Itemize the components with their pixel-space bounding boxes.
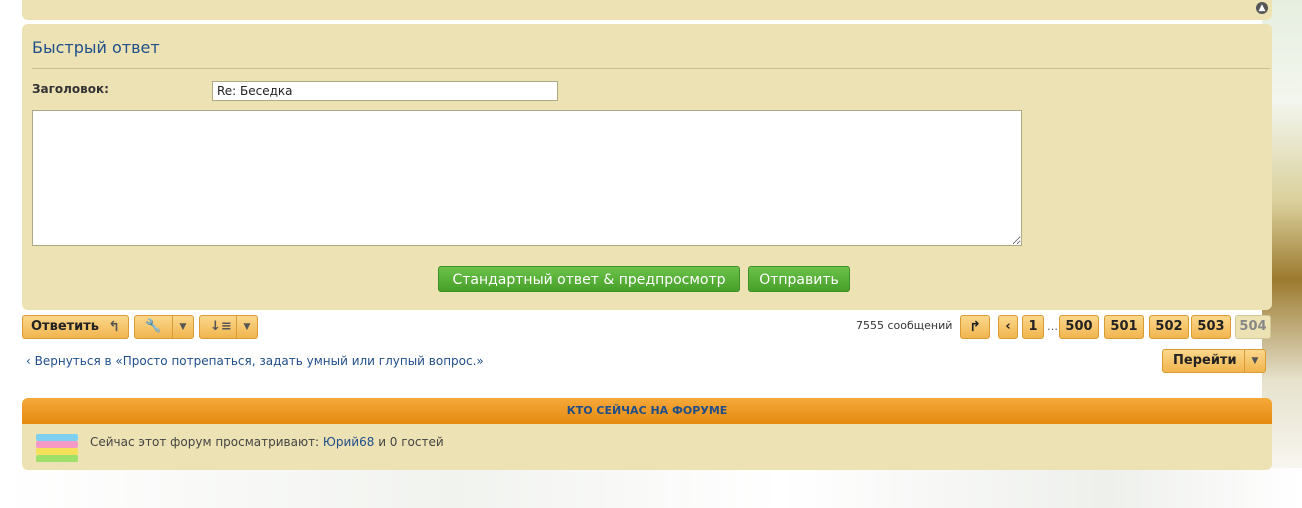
online-prefix: Сейчас этот форум просматривают: xyxy=(90,435,323,449)
posts-count: 7555 сообщений xyxy=(856,319,953,332)
chevron-left-icon: ‹ xyxy=(26,354,35,368)
current-page: 504 xyxy=(1235,315,1271,339)
page-link-1[interactable]: 1 xyxy=(1022,315,1044,339)
send-button[interactable]: Отправить xyxy=(748,266,850,292)
chevron-down-icon: ▼ xyxy=(172,316,193,338)
book-stack-icon xyxy=(36,434,80,462)
jump-menu-button[interactable]: Перейти ▼ xyxy=(1162,349,1266,373)
jump-button-label: Перейти xyxy=(1173,353,1237,368)
page-ellipsis: … xyxy=(1047,320,1058,333)
subject-input[interactable] xyxy=(212,81,558,101)
reply-button-label: Ответить xyxy=(31,319,100,334)
divider xyxy=(32,68,1270,69)
chevron-up-icon[interactable]: ▲ xyxy=(1256,2,1268,14)
tools-dropdown[interactable]: 🔧 ▼ xyxy=(134,315,194,339)
chevron-down-icon: ▼ xyxy=(1244,350,1265,372)
chevron-left-icon[interactable]: ‹ xyxy=(998,315,1018,339)
back-link-text: Вернуться в «Просто потрепаться, задать … xyxy=(34,354,484,368)
message-textarea[interactable] xyxy=(32,110,1022,246)
back-to-forum-link[interactable]: ‹ Вернуться в «Просто потрепаться, задат… xyxy=(26,354,484,368)
online-users-text: Сейчас этот форум просматривают: Юрий68 … xyxy=(90,435,444,449)
reply-arrow-icon: ↰ xyxy=(108,319,120,335)
preview-button[interactable]: Стандартный ответ & предпросмотр xyxy=(438,266,740,292)
page-link-500[interactable]: 500 xyxy=(1059,315,1099,339)
jump-to-page-icon[interactable]: ↱ xyxy=(960,315,990,339)
who-is-online-panel: КТО СЕЙЧАС НА ФОРУМЕ Сейчас этот форум п… xyxy=(22,398,1272,470)
background-decoration-bottom xyxy=(0,468,1302,508)
sort-dropdown[interactable]: ↓≡ ▼ xyxy=(199,315,258,339)
who-is-online-header: КТО СЕЙЧАС НА ФОРУМЕ xyxy=(22,398,1272,424)
wrench-icon: 🔧 xyxy=(145,319,162,334)
page-link-501[interactable]: 501 xyxy=(1104,315,1144,339)
page-link-502[interactable]: 502 xyxy=(1149,315,1189,339)
subject-label: Заголовок: xyxy=(32,82,109,96)
online-suffix: и 0 гостей xyxy=(374,435,444,449)
quick-reply-title: Быстрый ответ xyxy=(32,38,160,57)
reply-button[interactable]: Ответить ↰ xyxy=(22,315,129,339)
chevron-down-icon: ▼ xyxy=(236,316,257,338)
quick-reply-panel: Быстрый ответ Заголовок: Стандартный отв… xyxy=(22,24,1272,310)
previous-post-panel: ▲ xyxy=(22,0,1272,20)
online-user-link[interactable]: Юрий68 xyxy=(323,435,374,449)
page-link-503[interactable]: 503 xyxy=(1191,315,1231,339)
sort-icon: ↓≡ xyxy=(210,319,232,334)
